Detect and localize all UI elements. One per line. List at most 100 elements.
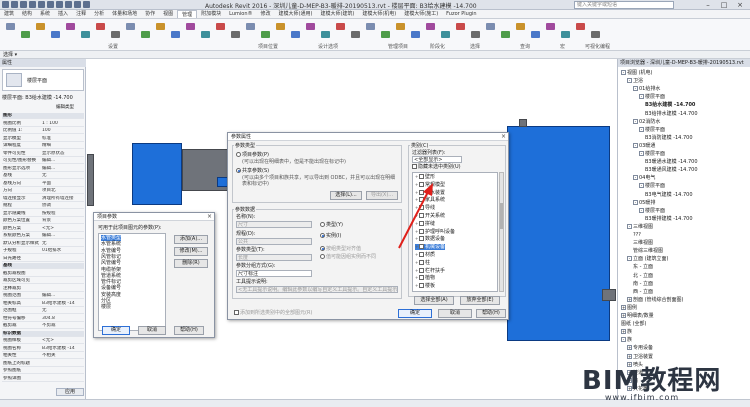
ok-button[interactable]: 确定: [102, 326, 130, 335]
parameter-list-item[interactable]: 电缆桥架: [101, 267, 121, 273]
expand-icon[interactable]: +: [621, 329, 626, 335]
browser-tree-item[interactable]: -01给排水: [633, 86, 660, 92]
undo-icon[interactable]: [29, 1, 36, 8]
property-row[interactable]: 基线 无: [2, 173, 84, 179]
browser-tree-item[interactable]: - 楼层平面: [639, 151, 665, 157]
open-icon[interactable]: [11, 1, 18, 8]
expand-icon[interactable]: +: [627, 345, 632, 351]
browser-tree-item[interactable]: 管综三维视图: [633, 248, 663, 254]
ribbon-tool-icon[interactable]: [561, 31, 570, 38]
export-button[interactable]: 导出(X)...: [366, 191, 398, 200]
property-row[interactable]: 详细程度 精细: [2, 143, 84, 149]
parameter-list-item[interactable]: 风管标记: [101, 254, 121, 260]
collapse-icon[interactable]: -: [639, 183, 644, 189]
category-checkbox[interactable]: [419, 283, 424, 289]
ribbon-tool-icon[interactable]: [6, 23, 15, 30]
collapse-icon[interactable]: -: [633, 142, 638, 148]
select-button[interactable]: 选择(L)...: [330, 191, 362, 200]
ribbon-tool-icon[interactable]: [546, 23, 555, 30]
add-parameter-button[interactable]: 添加(A)...: [174, 235, 208, 244]
collapse-icon[interactable]: -: [627, 78, 632, 84]
parameter-list-item[interactable]: 风管编号: [101, 260, 121, 266]
ribbon-tab[interactable]: 结构: [18, 10, 36, 18]
ribbon-tool-icon[interactable]: [441, 31, 450, 38]
collapse-icon[interactable]: -: [627, 256, 632, 262]
browser-tree-item[interactable]: - 立面 (建筑立面): [627, 256, 669, 262]
instance-radio[interactable]: 实例(I): [320, 233, 341, 239]
ribbon-tab[interactable]: Lumion®: [225, 10, 256, 18]
expand-icon[interactable]: +: [621, 304, 626, 310]
browser-tree-item[interactable]: 图纸 (全部): [621, 321, 647, 327]
ribbon-tab[interactable]: 管理: [177, 10, 198, 18]
project-param-radio[interactable]: 项目参数(P): [236, 152, 269, 158]
expand-icon[interactable]: +: [627, 353, 632, 359]
browser-tree-item[interactable]: + 剖面 (管线综合剖面图): [627, 296, 684, 303]
ribbon-tool-icon[interactable]: [531, 31, 540, 38]
category-checkbox[interactable]: [419, 259, 424, 265]
property-row[interactable]: 系统颜色方案 编辑...: [2, 233, 84, 239]
redo-icon[interactable]: [38, 1, 45, 8]
text-icon[interactable]: [65, 1, 72, 8]
add-to-all-checkbox[interactable]: 添加到所选类别中的全部图元(R): [234, 310, 312, 316]
ribbon-tool-icon[interactable]: [216, 23, 225, 30]
category-checkbox[interactable]: [419, 275, 424, 281]
filter-list-select[interactable]: <全部显示>: [412, 156, 462, 163]
ribbon-tab[interactable]: 分析: [90, 10, 108, 18]
property-row[interactable]: 图形显示选项 编辑...: [2, 166, 84, 172]
edit-type-button[interactable]: 编辑类型: [56, 104, 74, 110]
collapse-icon[interactable]: -: [633, 118, 638, 124]
category-checkbox[interactable]: [419, 252, 424, 257]
property-row[interactable]: 范围框 无: [2, 308, 84, 314]
browser-tree-item[interactable]: - 三维视图: [627, 223, 653, 230]
browser-tree-item[interactable]: + 族: [621, 329, 632, 335]
close-icon[interactable]: ×: [207, 213, 212, 221]
close-icon[interactable]: ×: [732, 0, 748, 10]
search-input[interactable]: 键入关键字或短语: [574, 1, 674, 9]
parameter-list-item[interactable]: 管道系统: [101, 273, 121, 279]
maximize-icon[interactable]: □: [716, 0, 732, 10]
ribbon-tool-icon[interactable]: [396, 23, 405, 30]
remove-parameter-button[interactable]: 删除(R): [174, 259, 208, 268]
property-row[interactable]: 裁剪区域可见: [2, 278, 84, 284]
ribbon-tool-icon[interactable]: [261, 31, 270, 38]
collapse-icon[interactable]: -: [639, 151, 644, 156]
ribbon-tool-icon[interactable]: [246, 23, 255, 30]
collapse-icon[interactable]: -: [633, 199, 638, 205]
equipment-shape[interactable]: [602, 289, 616, 301]
save-icon[interactable]: [20, 1, 27, 8]
ribbon-tool-icon[interactable]: [156, 23, 165, 30]
ribbon-tool-icon[interactable]: [486, 23, 495, 30]
ribbon-tool-icon[interactable]: [141, 31, 150, 38]
browser-tree-item[interactable]: B3给水建模 -14.700: [645, 102, 695, 108]
ribbon-tool-icon[interactable]: [336, 23, 345, 30]
browser-tree-item[interactable]: - 楼层平面: [639, 207, 665, 214]
collapse-icon[interactable]: -: [633, 175, 638, 181]
browser-tree-item[interactable]: B3消防建模 -14.700: [645, 135, 693, 141]
property-row[interactable]: 方向 项目北: [2, 188, 84, 194]
collapse-icon[interactable]: -: [621, 70, 626, 75]
scrollbar-thumb[interactable]: [500, 203, 503, 229]
ribbon-tool-icon[interactable]: [426, 23, 435, 30]
help-button[interactable]: 帮助(H): [174, 326, 204, 335]
app-menu-icon[interactable]: [2, 1, 9, 8]
browser-tree-item[interactable]: B3给排水建模 -14.700: [645, 111, 698, 117]
name-field[interactable]: 尺寸: [236, 221, 312, 228]
modify-parameter-button[interactable]: 修改(M)...: [174, 247, 208, 256]
browser-tree-item[interactable]: - 视图 (机电): [621, 70, 653, 76]
hide-unchecked-checkbox[interactable]: 隐藏未选中类别(U): [412, 164, 461, 170]
ribbon-tool-icon[interactable]: [21, 31, 30, 38]
group-select[interactable]: 尺寸标注: [236, 270, 312, 277]
ribbon-tab[interactable]: 建筑: [0, 10, 18, 18]
tooltip-field[interactable]: <无工具提示说明。编辑此参数以编写自定义工具提示。自定义工具提示限为 250..…: [236, 286, 398, 293]
3d-view-icon[interactable]: [74, 1, 81, 8]
equipment-shape[interactable]: [87, 154, 94, 206]
browser-tree-item[interactable]: 西 - 立面: [633, 289, 653, 295]
ribbon-tool-icon[interactable]: [201, 31, 210, 38]
category-item[interactable]: + 栏杆扶手: [415, 267, 445, 274]
browser-tree-item[interactable]: -04电气: [633, 175, 655, 181]
parameter-list-item[interactable]: 安装高度: [101, 292, 121, 298]
by-group-instance-radio[interactable]: 值可能因组实例而不同: [320, 254, 376, 260]
print-icon[interactable]: [47, 1, 54, 8]
collapse-icon[interactable]: -: [633, 86, 638, 92]
ribbon-tool-icon[interactable]: [291, 31, 300, 38]
